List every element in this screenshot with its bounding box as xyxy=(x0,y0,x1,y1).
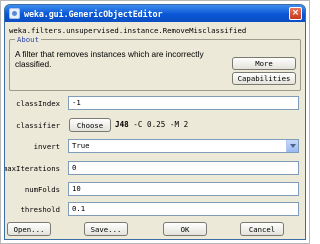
invert-select[interactable]: True xyxy=(68,139,299,153)
invert-value: True xyxy=(72,141,90,150)
ok-button[interactable]: OK xyxy=(163,222,207,236)
screenshot-frame: weka.gui.GenericObjectEditor × weka.filt… xyxy=(0,0,310,244)
title-bar[interactable]: weka.gui.GenericObjectEditor × xyxy=(5,5,305,22)
maxiterations-label: maxIterations xyxy=(4,164,60,173)
about-description: A filter that removes instances which ar… xyxy=(15,49,204,69)
open-button[interactable]: Open... xyxy=(7,222,51,236)
about-panel: About A filter that removes instances wh… xyxy=(9,35,301,91)
invert-label: invert xyxy=(33,142,60,151)
classifier-name: J48 xyxy=(115,120,129,129)
window-title: weka.gui.GenericObjectEditor xyxy=(24,8,163,19)
more-button[interactable]: More xyxy=(232,57,296,70)
choose-classifier-button[interactable]: Choose xyxy=(69,118,111,132)
cancel-button[interactable]: Cancel xyxy=(240,222,284,236)
chevron-down-icon[interactable] xyxy=(286,140,298,152)
numfolds-label: numFolds xyxy=(24,185,60,194)
classindex-field[interactable]: -1 xyxy=(68,96,299,110)
classindex-label: classIndex xyxy=(16,99,60,108)
object-class-path: weka.filters.unsupervised.instance.Remov… xyxy=(9,26,247,35)
maxiterations-field[interactable]: 0 xyxy=(68,161,299,175)
save-button[interactable]: Save... xyxy=(84,222,128,236)
generic-object-editor-window: weka.gui.GenericObjectEditor × weka.filt… xyxy=(4,4,306,240)
classifier-spec[interactable]: J48 -C 0.25 -M 2 xyxy=(115,120,188,129)
close-button[interactable]: × xyxy=(289,7,302,20)
classifier-label: classifier xyxy=(16,121,60,130)
threshold-field[interactable]: 0.1 xyxy=(68,202,299,216)
classifier-options: -C 0.25 -M 2 xyxy=(133,120,189,129)
capabilities-button[interactable]: Capabilities xyxy=(232,72,296,85)
numfolds-field[interactable]: 10 xyxy=(68,182,299,196)
java-app-icon xyxy=(9,8,20,19)
threshold-label: threshold xyxy=(20,205,60,214)
about-legend: About xyxy=(15,35,41,44)
